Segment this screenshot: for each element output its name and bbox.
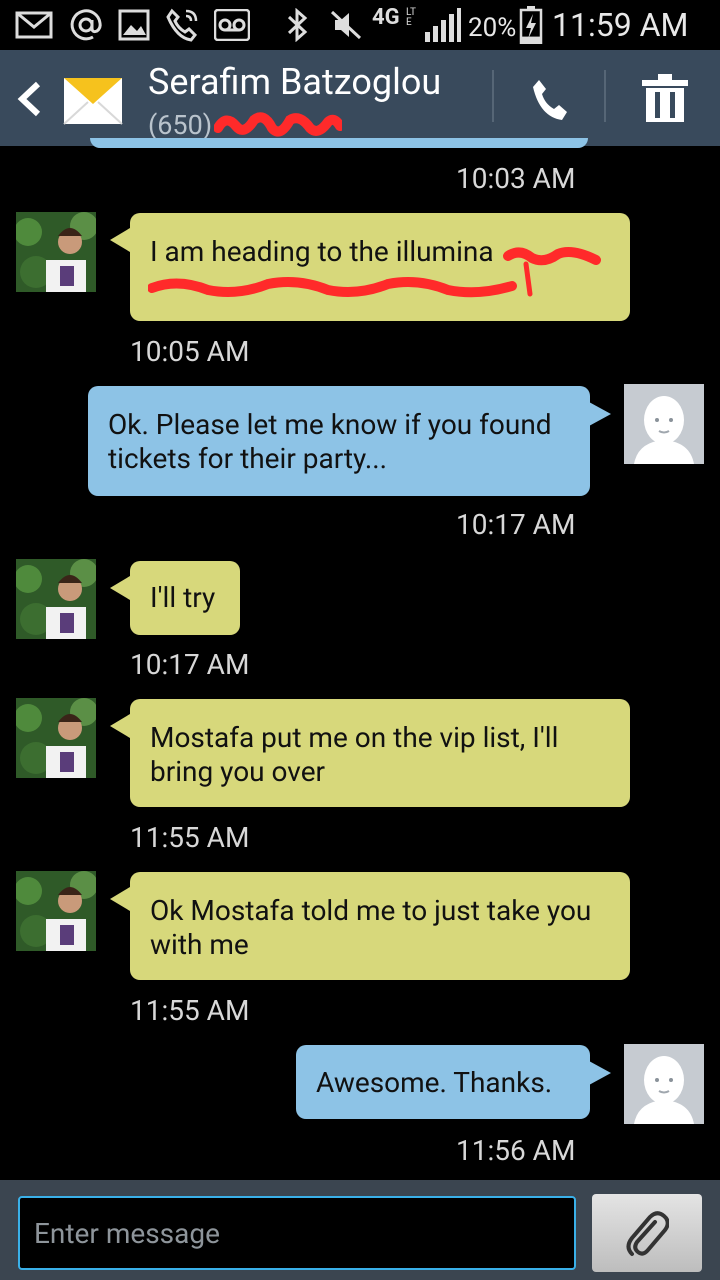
bubble-tail xyxy=(589,402,611,426)
bubble-tail xyxy=(110,228,130,252)
network-type: 4G xyxy=(372,5,400,30)
back-icon xyxy=(14,80,44,118)
bubble-tail xyxy=(110,887,130,911)
previous-message-bubble[interactable] xyxy=(90,138,588,148)
network-sub: LTE xyxy=(406,7,417,28)
contact-avatar[interactable] xyxy=(16,698,96,778)
battery-charging-icon xyxy=(518,6,544,44)
outgoing-message-bubble[interactable]: Awesome. Thanks. xyxy=(296,1045,590,1119)
contact-avatar[interactable] xyxy=(16,871,96,951)
back-button[interactable] xyxy=(0,50,136,146)
incoming-message-bubble[interactable]: I'll try xyxy=(130,561,240,635)
attach-button[interactable] xyxy=(592,1194,702,1272)
trash-icon xyxy=(642,74,688,122)
bubble-tail xyxy=(589,1061,611,1085)
missed-call-icon xyxy=(162,8,202,42)
message-text: Ok Mostafa told me to just take you with… xyxy=(150,894,592,961)
message-timestamp: 10:05 AM xyxy=(130,335,250,368)
call-button[interactable] xyxy=(500,50,604,146)
incoming-message-bubble[interactable]: Ok Mostafa told me to just take you with… xyxy=(130,872,630,980)
at-icon xyxy=(66,8,106,42)
battery-percent: 20% xyxy=(468,13,517,43)
phone-icon xyxy=(530,78,570,122)
redaction-mark xyxy=(213,112,345,138)
my-avatar[interactable] xyxy=(624,1044,704,1124)
header-divider xyxy=(604,70,606,122)
header-divider xyxy=(492,70,494,122)
message-timestamp: 10:17 AM xyxy=(456,508,576,541)
incoming-message-bubble[interactable]: Mostafa put me on the vip list, I'll bri… xyxy=(130,699,630,807)
signal-icon xyxy=(422,8,462,42)
message-text: I'll try xyxy=(150,581,216,614)
contact-avatar[interactable] xyxy=(16,559,96,639)
message-timestamp: 10:17 AM xyxy=(130,648,250,681)
status-time: 11:59 AM xyxy=(552,6,689,44)
bluetooth-icon xyxy=(284,8,310,42)
message-text: Mostafa put me on the vip list, I'll bri… xyxy=(150,721,559,788)
image-icon xyxy=(116,8,152,42)
delete-button[interactable] xyxy=(612,50,720,146)
envelope-icon xyxy=(62,72,124,130)
contact-number: (650) xyxy=(148,109,213,141)
voicemail-icon xyxy=(212,8,252,42)
bubble-tail xyxy=(110,576,130,600)
mute-icon xyxy=(328,8,364,42)
message-timestamp: 11:56 AM xyxy=(456,1134,576,1167)
attach-icon xyxy=(625,1208,670,1258)
outgoing-message-bubble[interactable]: Ok. Please let me know if you found tick… xyxy=(88,386,590,496)
message-input[interactable] xyxy=(18,1196,576,1270)
contact-avatar[interactable] xyxy=(16,212,96,292)
message-timestamp: 11:55 AM xyxy=(130,821,250,854)
message-timestamp: 10:03 AM xyxy=(456,162,576,195)
my-avatar[interactable] xyxy=(624,384,704,464)
message-timestamp: 11:55 AM xyxy=(130,994,250,1027)
message-text: Awesome. Thanks. xyxy=(316,1066,553,1099)
bubble-tail xyxy=(110,714,130,738)
contact-name: Serafim Batzoglou xyxy=(148,61,442,103)
message-text: Ok. Please let me know if you found tick… xyxy=(108,408,552,475)
redaction-mark xyxy=(147,234,608,306)
email-icon xyxy=(14,8,54,42)
